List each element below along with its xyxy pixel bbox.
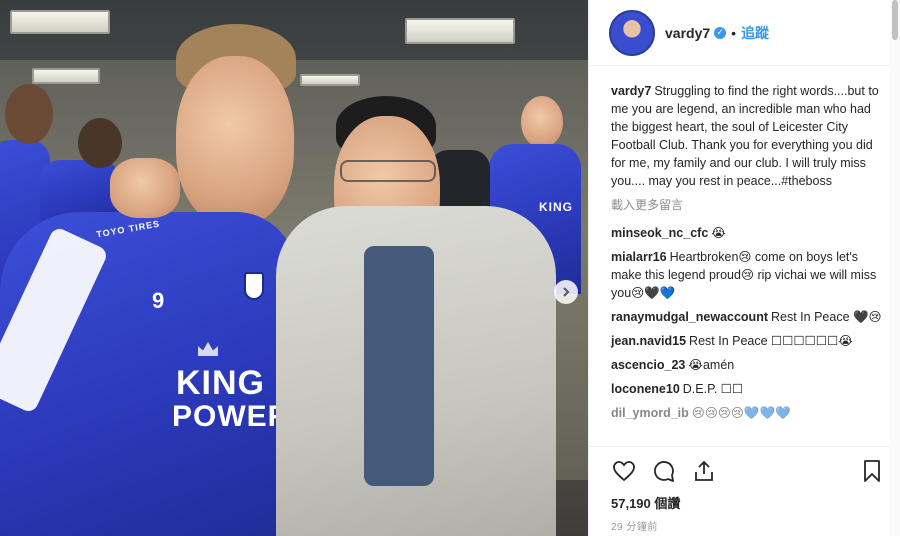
header-username[interactable]: vardy7	[665, 25, 710, 41]
club-crest	[244, 272, 264, 300]
list-item: mialarr16 Heartbroken😢 come on boys let's…	[611, 248, 883, 302]
comment-text: 😭amén	[688, 358, 735, 372]
list-item: jean.navid15 Rest In Peace ☐☐☐☐☐☐😭	[611, 332, 883, 350]
list-item: loconene10 D.E.P. ☐☐	[611, 380, 883, 398]
action-icons-row	[611, 457, 885, 485]
comment-username[interactable]: ranaymudgal_newaccount	[611, 310, 768, 324]
comment-username[interactable]: dil_ymord_ib	[611, 406, 689, 420]
comments-list[interactable]: vardy7 Struggling to find the right words…	[589, 66, 900, 446]
jersey-sponsor-line1: KING	[176, 364, 265, 402]
glasses	[340, 160, 436, 182]
comment-username[interactable]: mialarr16	[611, 250, 667, 264]
comment-icon	[654, 461, 674, 482]
like-button[interactable]	[611, 458, 637, 484]
comment-username[interactable]: ascencio_23	[611, 358, 685, 372]
heart-icon	[613, 461, 635, 482]
chevron-right-icon	[563, 287, 570, 297]
list-item: ranaymudgal_newaccount Rest In Peace 🖤😢	[611, 308, 883, 326]
comment-text: 😢😢😢😢💙💙💙	[691, 406, 791, 420]
list-item: dil_ymord_ib 😢😢😢😢💙💙💙	[611, 404, 883, 422]
post-actions: 57,190 個讚 29 分鐘前	[589, 446, 900, 536]
bookmark-button[interactable]	[859, 458, 885, 484]
ceiling-light	[405, 18, 515, 44]
post-caption: vardy7 Struggling to find the right words…	[611, 82, 883, 190]
scrollbar[interactable]	[890, 0, 900, 536]
caption-text: Struggling to find the right words....bu…	[611, 84, 879, 188]
comment-username[interactable]: loconene10	[611, 382, 680, 396]
like-count[interactable]: 57,190 個讚	[611, 493, 885, 512]
post-photo: KING 9 TOYO TIRES KING POWER	[0, 0, 588, 536]
load-more-comments-link[interactable]: 載入更多留言	[611, 196, 883, 214]
player-vardy: 9 TOYO TIRES KING POWER	[0, 20, 300, 536]
scrollbar-thumb[interactable]	[892, 0, 898, 40]
comment-username[interactable]: minseok_nc_cfc	[611, 226, 708, 240]
comment-text: Rest In Peace ☐☐☐☐☐☐😭	[689, 334, 853, 348]
share-button[interactable]	[691, 458, 717, 484]
follow-button[interactable]: 追蹤	[741, 23, 769, 43]
verified-badge-icon: ✓	[714, 26, 727, 39]
comment-button[interactable]	[651, 458, 677, 484]
comment-text: 😭	[711, 226, 726, 240]
post-header: vardy7 ✓ • 追蹤	[589, 0, 900, 66]
comment-text: D.E.P. ☐☐	[682, 382, 744, 396]
ceiling-light	[300, 74, 360, 86]
avatar[interactable]	[609, 9, 655, 56]
share-icon	[695, 460, 713, 481]
comment-username[interactable]: jean.navid15	[611, 334, 686, 348]
next-photo-button[interactable]	[554, 280, 578, 304]
bookmark-icon	[864, 460, 880, 482]
post-timestamp: 29 分鐘前	[611, 522, 658, 533]
caption-username[interactable]: vardy7	[611, 84, 651, 98]
jersey-number: 9	[152, 288, 166, 313]
man-in-cardigan	[266, 96, 556, 536]
header-separator: •	[731, 24, 737, 41]
list-item: minseok_nc_cfc 😭	[611, 224, 883, 242]
list-item: ascencio_23 😭amén	[611, 356, 883, 374]
comment-text: Rest In Peace 🖤😢	[771, 310, 882, 324]
post-side-panel: vardy7 ✓ • 追蹤 vardy7 Struggling to find t…	[588, 0, 900, 536]
